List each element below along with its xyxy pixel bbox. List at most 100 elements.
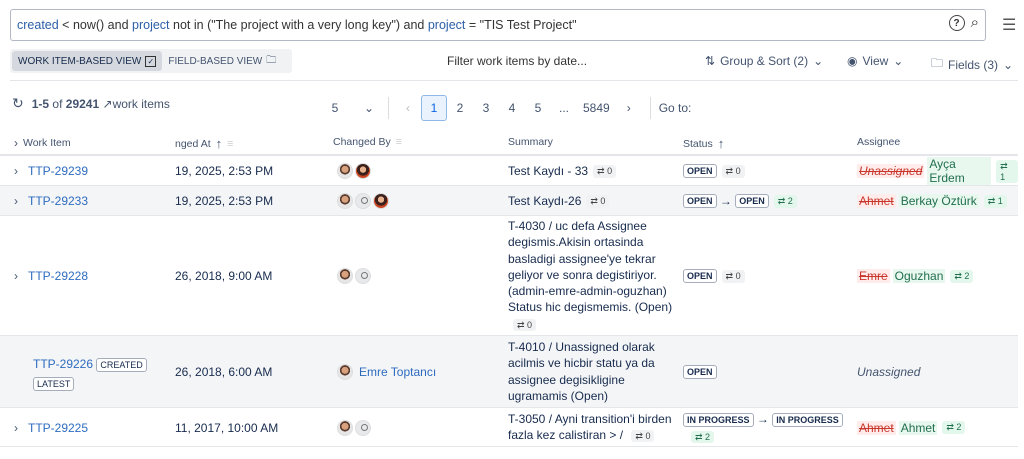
change-count: ⇄ 1: [983, 194, 1007, 208]
divider: [388, 97, 389, 119]
page-3[interactable]: 3: [473, 95, 499, 121]
change-count: ⇄ 0: [586, 194, 610, 208]
col-summary[interactable]: Summary: [508, 136, 553, 148]
old-assignee: Emre: [857, 269, 890, 283]
user-link[interactable]: Emre Toptancı: [359, 365, 436, 379]
change-count: ⇄ 0: [721, 164, 745, 178]
field-view-button[interactable]: FIELD-BASED VIEW 🗀: [162, 51, 282, 71]
ellipsis: ...: [558, 101, 569, 115]
work-item-link[interactable]: TTP-29233: [28, 194, 88, 208]
avatar: [337, 268, 353, 284]
chevron-right-icon[interactable]: ›: [14, 136, 18, 150]
label: Changed By: [333, 136, 391, 148]
change-count: ⇄ 0: [631, 430, 655, 443]
col-work-item[interactable]: › Work Item: [14, 136, 71, 150]
group-sort-button[interactable]: ⇅ Group & Sort (2) ⌄: [705, 54, 823, 68]
status-badge: OPEN: [683, 194, 717, 208]
work-item-link[interactable]: TTP-29225: [28, 421, 88, 435]
sort-asc-icon[interactable]: ↑: [718, 136, 725, 151]
chevron-down-icon: ⌄: [813, 54, 824, 68]
page-2[interactable]: 2: [447, 95, 473, 121]
status-badge: IN PROGRESS: [772, 413, 843, 427]
expand-icon[interactable]: ›: [14, 269, 18, 283]
summary: Test Kaydı - 33: [508, 164, 589, 178]
page-size-select[interactable]: 5: [322, 95, 348, 121]
work-item-link[interactable]: TTP-29239: [28, 164, 88, 178]
arrow: →: [719, 194, 732, 208]
page-4[interactable]: 4: [499, 95, 525, 121]
work-item-link[interactable]: TTP-29228: [28, 269, 88, 283]
next-page-button[interactable]: ›: [616, 95, 642, 121]
jql-search-input[interactable]: created < now() and project not in ("The…: [10, 9, 986, 41]
old-assignee: Ahmet: [857, 420, 896, 435]
sort-asc-icon[interactable]: ↑: [216, 136, 223, 151]
date-filter-button[interactable]: Filter work items by date...: [447, 54, 587, 68]
expand-icon[interactable]: ›: [14, 194, 18, 208]
search-icon[interactable]: ⌕: [971, 15, 979, 31]
change-count: ⇄ 1: [996, 159, 1018, 183]
divider: [649, 97, 651, 119]
latest-badge: LATEST: [33, 377, 75, 391]
query-text: created < now() and project not in ("The…: [17, 18, 577, 32]
goto-label: Go to:: [658, 101, 692, 115]
old-assignee: Unassigned: [857, 164, 925, 178]
col-changed-by[interactable]: Changed By ≡: [333, 136, 402, 148]
label: Summary: [508, 136, 553, 148]
summary: T-4030 / uc defa Assignee degismis.Akisi…: [508, 219, 673, 315]
table-row[interactable]: › TTP-29233 19, 2025, 2:53 PM Test Kaydı-…: [0, 186, 1018, 216]
change-count: ⇄ 2: [691, 431, 715, 443]
col-changed-at[interactable]: nged At ↑ ≡: [175, 136, 233, 151]
checkbox-icon: ✓: [145, 55, 157, 67]
view-button[interactable]: ◉ View ⌄: [847, 54, 903, 68]
change-count: ⇄ 2: [950, 269, 974, 283]
view-toggle: WORK ITEM-BASED VIEW ✓ FIELD-BASED VIEW 🗀: [10, 49, 292, 73]
avatar: [355, 193, 371, 209]
status-badge: OPEN: [735, 194, 769, 208]
eye-icon: ◉: [847, 54, 858, 68]
table-row[interactable]: › TTP-29239 19, 2025, 2:53 PM Test Kaydı …: [0, 156, 1018, 186]
col-assignee[interactable]: Assignee: [857, 136, 900, 148]
results-summary: ↻ 1-5 of 29241 ↗ work items: [12, 95, 170, 112]
refresh-icon[interactable]: ↻: [12, 95, 24, 112]
label: Work Item: [23, 137, 71, 149]
page-5[interactable]: 5: [525, 95, 551, 121]
changed-at: 19, 2025, 2:53 PM: [175, 194, 274, 208]
external-link-icon[interactable]: ↗: [103, 97, 113, 111]
col-status[interactable]: Status ↑: [683, 136, 724, 151]
expand-icon[interactable]: ›: [14, 421, 18, 435]
status-badge: IN PROGRESS: [683, 413, 754, 427]
work-item-view-button[interactable]: WORK ITEM-BASED VIEW ✓: [12, 51, 163, 71]
expand-icon[interactable]: ›: [14, 164, 18, 178]
sort-icon: ⇅: [705, 54, 716, 68]
suffix: work items: [112, 96, 170, 111]
avatar: [337, 364, 353, 380]
avatar: [355, 163, 371, 179]
table-row[interactable]: TTP-29226 CREATED LATEST 26, 2018, 6:00 A…: [0, 336, 1018, 408]
label: Status: [683, 137, 713, 150]
new-assignee: Berkay Öztürk: [898, 194, 979, 208]
chevron-down-icon[interactable]: ⌄: [356, 95, 382, 121]
table-row[interactable]: › TTP-29228 26, 2018, 9:00 AM T-4030 / uc…: [0, 216, 1018, 336]
filter-icon[interactable]: ≡: [227, 138, 233, 150]
fields-button[interactable]: 🗀 Fields (3) ⌄: [931, 54, 1013, 75]
table-row[interactable]: › TTP-29225 11, 2017, 10:00 AM T-3050 / A…: [0, 408, 1018, 447]
label: Filter work items by date...: [447, 54, 588, 68]
old-assignee: Ahmet: [857, 194, 896, 208]
page-1[interactable]: 1: [421, 95, 447, 121]
pagination: 5 ⌄ ‹ 1 2 3 4 5 ... 5849 › Go to:: [322, 95, 691, 121]
folder-icon: 🗀: [931, 56, 944, 70]
help-icon[interactable]: ?: [948, 15, 965, 31]
range: 1-5: [31, 96, 50, 111]
avatar: [337, 419, 353, 436]
changed-at: 26, 2018, 9:00 AM: [175, 269, 273, 283]
work-item-link[interactable]: TTP-29226: [33, 357, 93, 371]
change-count: ⇄ 0: [513, 318, 537, 331]
prev-page-button[interactable]: ‹: [395, 95, 421, 121]
filter-icon[interactable]: ≡: [396, 136, 402, 148]
change-count: ⇄ 0: [593, 164, 617, 178]
summary: T-4010 / Unassigned olarak acilmis ve hi…: [508, 340, 655, 403]
avatar: [337, 163, 353, 179]
changed-at: 11, 2017, 10:00 AM: [175, 420, 279, 435]
page-last[interactable]: 5849: [583, 95, 610, 121]
menu-icon[interactable]: ☰: [1002, 15, 1016, 35]
